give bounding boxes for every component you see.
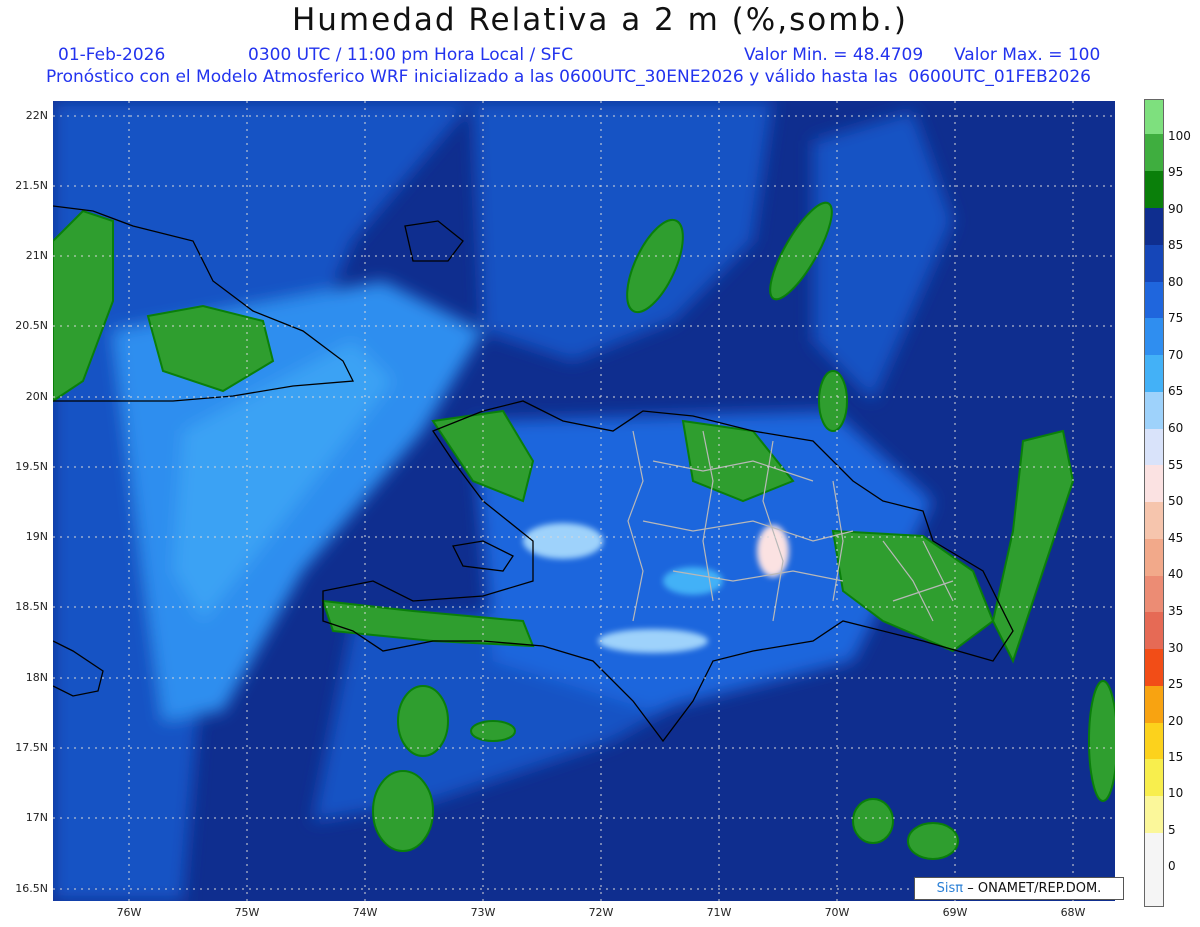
colorbar-label: 10 xyxy=(1168,786,1184,800)
colorbar-label: 75 xyxy=(1168,311,1184,325)
colorbar-swatch xyxy=(1145,100,1163,134)
moist-region-north xyxy=(473,101,773,361)
forecast-date: 01-Feb-2026 xyxy=(58,45,166,65)
south-green xyxy=(470,720,516,742)
colorbar-swatch xyxy=(1145,318,1163,355)
dry-spot xyxy=(663,567,723,595)
colorbar-swatch xyxy=(1145,796,1163,833)
lat-label: 17.5N xyxy=(15,741,48,754)
south-green xyxy=(1088,680,1115,802)
colorbar-swatch xyxy=(1145,502,1163,539)
colorbar-label: 45 xyxy=(1168,531,1184,545)
lon-label: 76W xyxy=(116,906,142,919)
south-green xyxy=(397,685,449,757)
colorbar-swatch xyxy=(1145,392,1163,429)
colorbar-label: 80 xyxy=(1168,275,1184,289)
credit-box: Sisπ – ONAMET/REP.DOM. xyxy=(914,877,1124,900)
colorbar-swatch xyxy=(1145,171,1163,208)
lat-label: 21N xyxy=(25,249,48,262)
colorbar-swatch xyxy=(1145,282,1163,318)
lat-label: 19.5N xyxy=(15,460,48,473)
max-value: Valor Max. = 100 xyxy=(954,45,1101,65)
colorbar-label: 90 xyxy=(1168,202,1184,216)
colorbar-label: 20 xyxy=(1168,714,1184,728)
forecast-time: 0300 UTC / 11:00 pm Hora Local / SFC xyxy=(248,45,574,65)
model-info: Pronóstico con el Modelo Atmosferico WRF… xyxy=(46,67,1091,87)
colorbar-swatch xyxy=(1145,576,1163,612)
colorbar-swatch xyxy=(1145,723,1163,759)
south-green xyxy=(852,798,894,844)
inagua-coast xyxy=(404,220,464,262)
lon-label: 74W xyxy=(352,906,378,919)
dry-spot xyxy=(598,629,708,653)
colorbar-swatch xyxy=(1145,245,1163,282)
lat-label: 18N xyxy=(25,671,48,684)
colorbar-label: 50 xyxy=(1168,494,1184,508)
lat-label: 21.5N xyxy=(15,179,48,192)
map-title: Humedad Relativa a 2 m (%,somb.) xyxy=(291,2,909,38)
lon-label: 69W xyxy=(942,906,968,919)
east-green-band xyxy=(991,429,1075,664)
south-green xyxy=(907,822,959,860)
dry-spot xyxy=(523,523,603,559)
lon-label: 70W xyxy=(824,906,850,919)
colorbar-label: 30 xyxy=(1168,641,1184,655)
colorbar-swatch xyxy=(1145,355,1163,392)
lat-label: 20.5N xyxy=(15,319,48,332)
colorbar xyxy=(1144,99,1164,907)
lon-label: 75W xyxy=(234,906,260,919)
lon-label: 73W xyxy=(470,906,496,919)
colorbar-label: 100 xyxy=(1168,129,1191,143)
lat-label: 16.5N xyxy=(15,882,48,895)
south-green xyxy=(818,370,848,432)
colorbar-label: 40 xyxy=(1168,567,1184,581)
colorbar-swatch xyxy=(1145,134,1163,171)
colorbar-swatch xyxy=(1145,539,1163,576)
colorbar-label: 85 xyxy=(1168,238,1184,252)
colorbar-swatch xyxy=(1145,612,1163,649)
colorbar-label: 5 xyxy=(1168,823,1176,837)
credit-brand: Sisπ xyxy=(936,881,964,896)
lat-label: 19N xyxy=(25,530,48,543)
south-green xyxy=(372,770,434,852)
colorbar-label: 15 xyxy=(1168,750,1184,764)
colorbar-swatch xyxy=(1145,649,1163,686)
colorbar-label: 60 xyxy=(1168,421,1184,435)
lat-label: 20N xyxy=(25,390,48,403)
colorbar-label: 70 xyxy=(1168,348,1184,362)
colorbar-label: 35 xyxy=(1168,604,1184,618)
colorbar-label: 0 xyxy=(1168,859,1176,873)
lon-label: 68W xyxy=(1060,906,1086,919)
ne-band xyxy=(813,111,953,401)
colorbar-swatch xyxy=(1145,465,1163,502)
lon-label: 71W xyxy=(706,906,732,919)
colorbar-swatch xyxy=(1145,686,1163,723)
min-value: Valor Min. = 48.4709 xyxy=(744,45,924,65)
colorbar-swatch xyxy=(1145,208,1163,245)
colorbar-label: 55 xyxy=(1168,458,1184,472)
lat-label: 17N xyxy=(25,811,48,824)
humidity-field xyxy=(53,101,1115,901)
colorbar-label: 25 xyxy=(1168,677,1184,691)
colorbar-swatch xyxy=(1145,429,1163,465)
humidity-map xyxy=(53,101,1115,901)
colorbar-swatch xyxy=(1145,833,1163,906)
colorbar-swatch xyxy=(1145,759,1163,796)
credit-text: – ONAMET/REP.DOM. xyxy=(967,881,1102,896)
lat-label: 22N xyxy=(25,109,48,122)
lon-label: 72W xyxy=(588,906,614,919)
colorbar-label: 65 xyxy=(1168,384,1184,398)
lat-label: 18.5N xyxy=(15,600,48,613)
colorbar-label: 95 xyxy=(1168,165,1184,179)
